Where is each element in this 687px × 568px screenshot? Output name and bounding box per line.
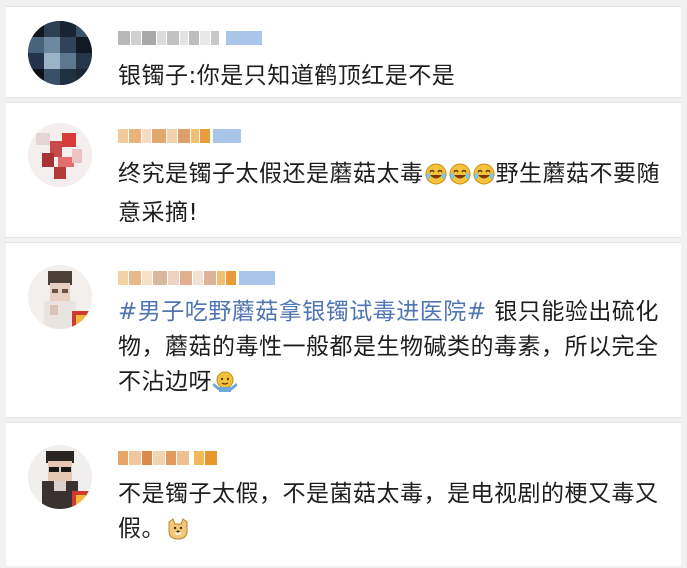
- comment-card[interactable]: 不是镯子太假，不是菌菇太毒，是电视剧的梗又毒又假。: [6, 422, 681, 566]
- laughing-crying-emoji-icon: [425, 161, 447, 196]
- username-redacted: [118, 129, 241, 143]
- avatar[interactable]: [28, 265, 92, 329]
- laughing-crying-emoji-icon: [473, 161, 495, 196]
- comment-list: 银镯子:你是只知道鹤顶红是不是 终究是镯子太假还是蘑菇太毒 野生蘑菇不要随意采摘…: [0, 0, 687, 568]
- username[interactable]: [118, 267, 275, 289]
- avatar[interactable]: [28, 445, 92, 509]
- doge-emoji-icon: [166, 516, 190, 551]
- shrug-emoji-icon: [212, 369, 238, 404]
- avatar[interactable]: [28, 123, 92, 187]
- username[interactable]: [118, 447, 217, 469]
- comment-text: 银镯子:你是只知道鹤顶红是不是: [118, 63, 456, 89]
- comment-text: #男子吃野蘑菇拿银镯试毒进医院# 银只能验出硫化物，蘑菇的毒性一般都是生物碱类的…: [118, 295, 663, 404]
- username-redacted: [118, 271, 275, 285]
- username[interactable]: [118, 125, 241, 147]
- comment-card[interactable]: 终究是镯子太假还是蘑菇太毒 野生蘑菇不要随意采摘!: [6, 102, 681, 238]
- username-redacted: [118, 451, 217, 465]
- avatar[interactable]: [28, 21, 92, 85]
- comment-text: 终究是镯子太假还是蘑菇太毒 野生蘑菇不要随意采摘!: [118, 161, 660, 226]
- username[interactable]: [118, 27, 262, 49]
- topic-hashtag-link[interactable]: #男子吃野蘑菇拿银镯试毒进医院#: [118, 299, 487, 325]
- comment-text: 不是镯子太假，不是菌菇太毒，是电视剧的梗又毒又假。: [118, 477, 663, 551]
- username-redacted: [118, 31, 262, 45]
- comment-card[interactable]: #男子吃野蘑菇拿银镯试毒进医院# 银只能验出硫化物，蘑菇的毒性一般都是生物碱类的…: [6, 242, 681, 418]
- laughing-crying-emoji-icon: [449, 161, 471, 196]
- comment-card[interactable]: 银镯子:你是只知道鹤顶红是不是: [6, 6, 681, 98]
